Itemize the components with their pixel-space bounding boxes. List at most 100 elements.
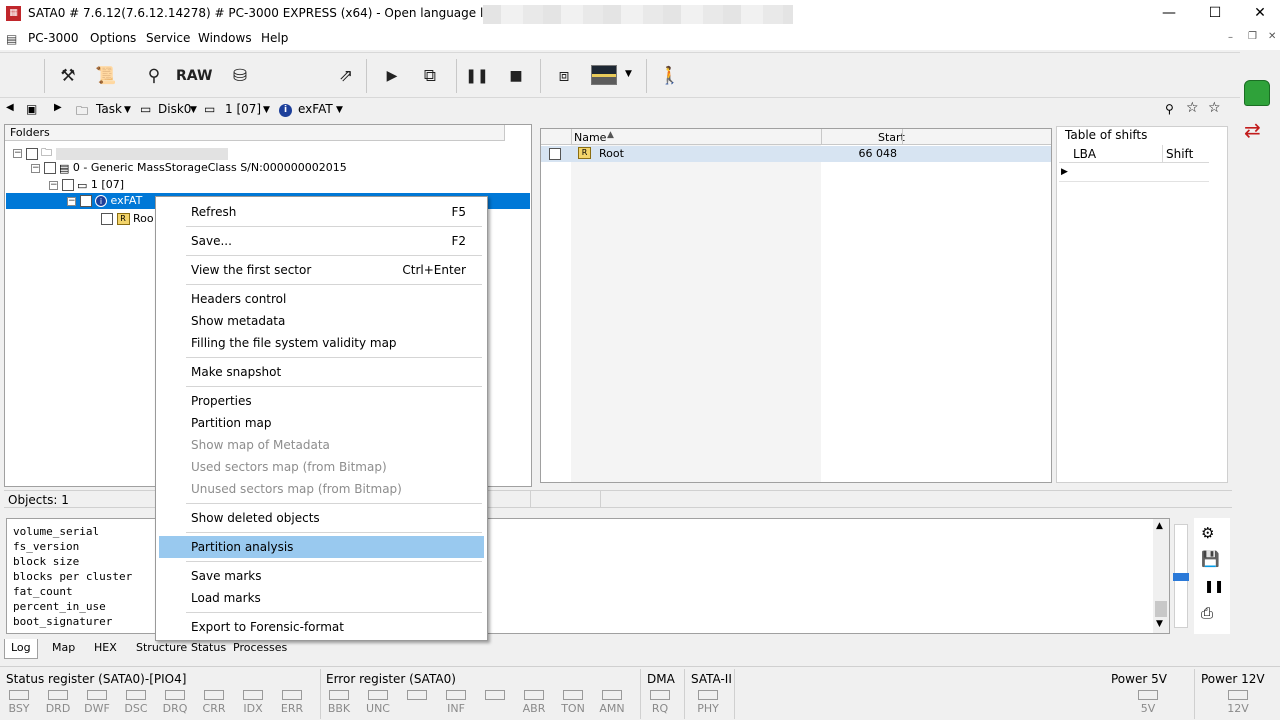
menu-item-save-marks[interactable]: Save marks xyxy=(159,565,484,587)
fs-chevron-icon[interactable]: ▼ xyxy=(336,105,343,115)
pause-log-icon[interactable]: ❚❚ xyxy=(1204,579,1224,593)
log-settings-icon[interactable]: ⚙ xyxy=(1201,524,1214,542)
tab-log[interactable]: Log xyxy=(4,639,38,659)
slider-thumb[interactable] xyxy=(1173,573,1189,581)
menu-item-fill-validity-map[interactable]: Filling the file system validity map xyxy=(159,332,484,354)
bookmark-star-icon[interactable]: ☆ xyxy=(1186,100,1199,116)
menu-item-view-first-sector[interactable]: View the first sector Ctrl+Enter xyxy=(159,259,484,281)
log-level-slider[interactable] xyxy=(1173,524,1189,628)
raw-button[interactable]: RAW xyxy=(176,63,212,89)
checkbox[interactable] xyxy=(101,213,113,225)
current-row-icon: ▶ xyxy=(1061,167,1068,177)
menu-item-export-forensic[interactable]: Export to Forensic-format xyxy=(159,616,484,638)
menu-options[interactable]: Options xyxy=(90,31,136,45)
menu-item-load-marks[interactable]: Load marks xyxy=(159,587,484,609)
partition-dropdown[interactable]: 1 [07] xyxy=(225,102,261,116)
collapse-icon[interactable]: − xyxy=(49,180,58,190)
collapse-icon[interactable]: − xyxy=(31,163,40,173)
disk-tree-icon: ▤ xyxy=(59,161,70,175)
tabs-icon[interactable]: ▣ xyxy=(26,102,37,116)
script-icon[interactable]: 📜 xyxy=(92,63,120,89)
minimize-button[interactable]: — xyxy=(1146,0,1192,28)
menu-item-properties[interactable]: Properties xyxy=(159,390,484,412)
menu-item-save[interactable]: Save... F2 xyxy=(159,230,484,252)
chevron-down-icon[interactable]: ▼ xyxy=(625,69,632,79)
partition-chevron-icon[interactable]: ▼ xyxy=(263,105,270,115)
disconnect-icon[interactable]: ⇄ xyxy=(1244,118,1261,142)
disk-dropdown[interactable]: Disk0 xyxy=(158,102,191,116)
menu-item-headers-control[interactable]: Headers control xyxy=(159,288,484,310)
col-lba[interactable]: LBA xyxy=(1073,147,1096,161)
tree-disk-label: 0 - Generic MassStorageClass S/N:0000000… xyxy=(72,161,347,174)
table-row[interactable]: R Root 66 048 xyxy=(541,146,1051,162)
scroll-thumb[interactable] xyxy=(1155,601,1167,617)
maximize-button[interactable]: ☐ xyxy=(1192,0,1238,28)
close-button[interactable]: ✕ xyxy=(1237,0,1280,28)
menu-item-partition-analysis[interactable]: Partition analysis xyxy=(159,536,484,558)
disk-chevron-icon[interactable]: ▼ xyxy=(190,105,197,115)
image-preview-icon[interactable] xyxy=(591,65,617,85)
database-icon[interactable] xyxy=(1244,80,1270,106)
forward-arrow-icon[interactable]: ▶ xyxy=(54,102,62,113)
col-shift[interactable]: Shift xyxy=(1166,147,1193,161)
tab-processes[interactable]: Processes xyxy=(227,639,293,659)
menu-item-show-deleted-objects[interactable]: Show deleted objects xyxy=(159,507,484,529)
checkbox[interactable] xyxy=(79,195,92,207)
stop-icon[interactable]: ■ xyxy=(502,63,530,89)
exit-icon[interactable]: 🚶 xyxy=(656,63,684,89)
checkbox[interactable] xyxy=(25,147,38,160)
scroll-down-icon[interactable]: ▼ xyxy=(1156,619,1163,629)
log-scrollbar[interactable]: ▲ ▼ xyxy=(1153,519,1169,633)
scroll-up-icon[interactable]: ▲ xyxy=(1156,521,1163,531)
checkbox[interactable] xyxy=(61,179,74,191)
search-icon[interactable]: ⚲ xyxy=(1165,102,1174,116)
menu-item-refresh[interactable]: Refresh F5 xyxy=(159,201,484,223)
tab-hex[interactable]: HEX xyxy=(88,639,123,659)
play-icon[interactable]: ▶ xyxy=(378,63,406,89)
menu-item-label: Used sectors map (from Bitmap) xyxy=(191,460,387,474)
menu-item-show-metadata[interactable]: Show metadata xyxy=(159,310,484,332)
mdi-restore-button[interactable]: ❐ xyxy=(1248,31,1257,42)
col-name[interactable]: Name xyxy=(574,131,606,144)
tree-root-folder[interactable]: R Roo xyxy=(101,212,154,225)
star-icon[interactable]: ☆ xyxy=(1208,100,1221,116)
search-binoculars-icon[interactable]: ⚲ xyxy=(140,63,168,89)
log-line: percent_in_use xyxy=(13,600,106,613)
pause-icon[interactable]: ❚❚ xyxy=(463,63,491,89)
back-arrow-icon[interactable]: ◀ xyxy=(6,102,14,113)
inf-indicator xyxy=(446,690,466,700)
col-start[interactable]: Start xyxy=(878,131,905,144)
collapse-icon[interactable]: − xyxy=(13,149,22,158)
mdi-close-button[interactable]: ✕ xyxy=(1268,31,1276,42)
tab-status[interactable]: Status xyxy=(185,639,232,659)
menu-pc3000[interactable]: PC-3000 xyxy=(28,31,78,45)
partition-icon: ▭ xyxy=(204,102,216,116)
tree-partition[interactable]: − ▭ 1 [07] xyxy=(49,178,124,192)
collapse-icon[interactable]: − xyxy=(67,196,76,206)
window-title: SATA0 # 7.6.12(7.6.12.14278) # PC-3000 E… xyxy=(28,6,530,20)
export-icon[interactable]: ⇗ xyxy=(332,63,360,89)
save-icon[interactable]: 💾 xyxy=(1201,550,1220,568)
tree-structure-icon[interactable]: ⧉ xyxy=(416,63,444,89)
tools-icon[interactable]: ⚒ xyxy=(54,63,82,89)
row-checkbox[interactable] xyxy=(549,148,561,160)
windows-icon[interactable]: ⧈ xyxy=(550,63,578,89)
disk-stack-icon[interactable]: ⛁ xyxy=(226,63,254,89)
menu-item-make-snapshot[interactable]: Make snapshot xyxy=(159,361,484,383)
export-log-icon[interactable]: ⎙ xyxy=(1201,604,1213,622)
task-chevron-icon[interactable]: ▼ xyxy=(124,105,131,115)
fs-dropdown[interactable]: exFAT xyxy=(298,102,333,116)
tab-map[interactable]: Map xyxy=(46,639,81,659)
menu-service[interactable]: Service xyxy=(146,31,190,45)
tab-structure[interactable]: Structure xyxy=(130,639,193,659)
menu-help[interactable]: Help xyxy=(261,31,288,45)
tree-fs[interactable]: − i exFAT xyxy=(67,194,142,207)
tree-disk[interactable]: − ▤ 0 - Generic MassStorageClass S/N:000… xyxy=(31,161,347,175)
checkbox[interactable] xyxy=(43,162,56,174)
menu-item-partition-map[interactable]: Partition map xyxy=(159,412,484,434)
mdi-minimize-button[interactable]: – xyxy=(1228,32,1233,43)
dsc-indicator xyxy=(126,690,146,700)
menu-windows[interactable]: Windows xyxy=(198,31,252,45)
task-dropdown[interactable]: Task xyxy=(96,102,122,116)
drq-label: DRQ xyxy=(162,702,188,715)
